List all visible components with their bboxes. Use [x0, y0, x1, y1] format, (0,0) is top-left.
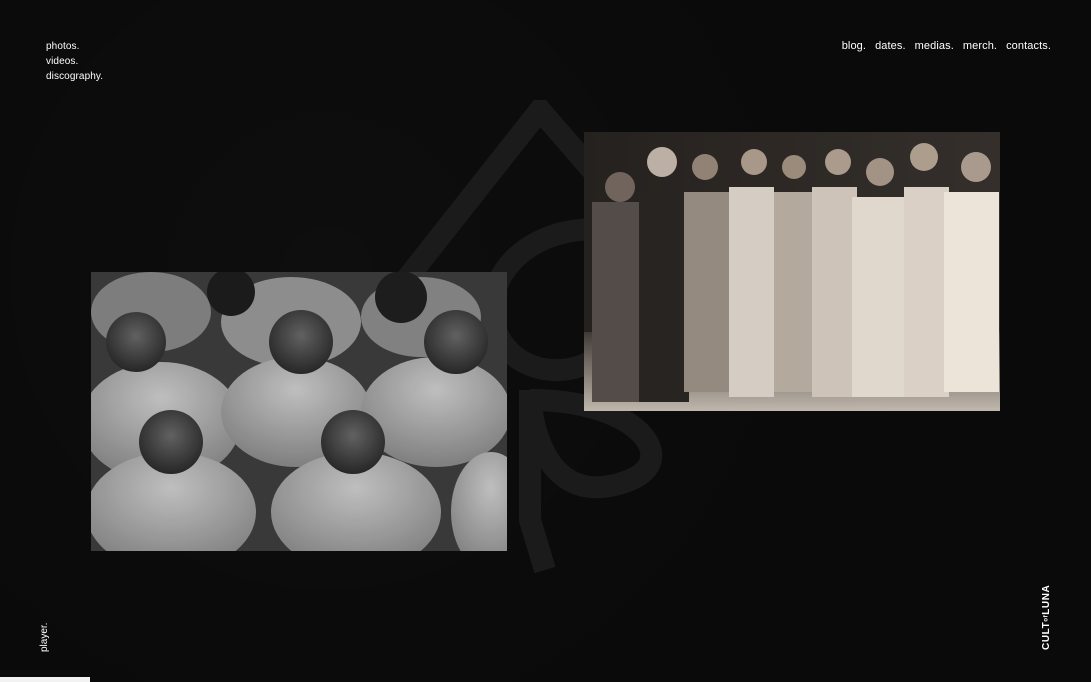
brand-part-cult: CULT — [1041, 621, 1052, 650]
band-photo-heads-bowed-image — [91, 272, 507, 551]
brand-text: CULTofLUNA — [1041, 585, 1052, 650]
player-toggle[interactable]: player. — [39, 612, 52, 652]
brand-part-luna: LUNA — [1041, 584, 1052, 615]
nav-link-blog[interactable]: blog. — [842, 40, 866, 53]
nav-link-medias[interactable]: medias. — [915, 40, 954, 53]
brand-part-of: of — [1043, 614, 1050, 622]
nav-link-contacts[interactable]: contacts. — [1006, 40, 1051, 53]
loading-progress-bar — [0, 677, 90, 682]
band-photo-lineup[interactable] — [584, 132, 1000, 411]
band-photo-heads-bowed[interactable] — [91, 272, 507, 551]
nav-link-merch[interactable]: merch. — [963, 40, 997, 53]
left-navigation: photos. videos. discography. — [46, 40, 103, 83]
player-label: player. — [39, 622, 50, 652]
nav-link-discography[interactable]: discography. — [46, 70, 103, 83]
nav-link-photos[interactable]: photos. — [46, 40, 103, 53]
main-navigation: blog. dates. medias. merch. contacts. — [842, 40, 1051, 53]
band-photo-lineup-image — [584, 132, 1000, 411]
nav-link-videos[interactable]: videos. — [46, 55, 103, 68]
brand-logo[interactable]: CULTofLUNA — [1040, 580, 1054, 650]
page: photos. videos. discography. blog. dates… — [0, 0, 1091, 682]
nav-link-dates[interactable]: dates. — [875, 40, 906, 53]
